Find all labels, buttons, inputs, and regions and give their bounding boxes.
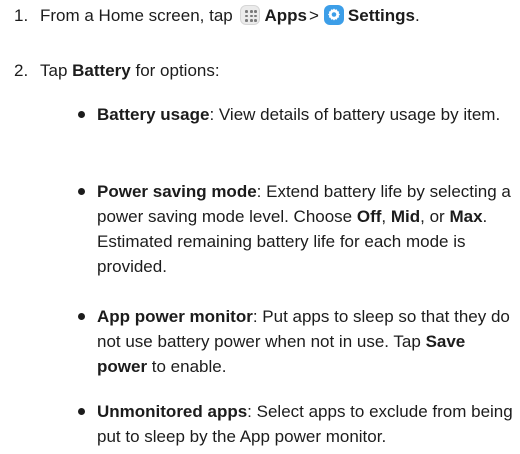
bullet-dot [78, 111, 85, 118]
apps-label: Apps [264, 6, 307, 25]
path-separator: > [308, 6, 319, 25]
bullet-dot [78, 313, 85, 320]
bullet-description: : View details of battery usage by item. [209, 105, 501, 124]
step-suffix: for options: [130, 61, 220, 80]
step-2: 2. Tap Battery for options: [0, 58, 520, 83]
option-max: Max [449, 207, 483, 226]
step-suffix: . [414, 6, 420, 25]
apps-grid-icon [240, 5, 261, 25]
bullet-text: Unmonitored apps: Select apps to exclude… [97, 399, 517, 449]
bullet-tail: to enable. [147, 357, 227, 376]
bullet-text: Battery usage: View details of battery u… [97, 102, 517, 127]
option-separator: , or [420, 207, 450, 226]
step-prefix: Tap [40, 61, 68, 80]
step-prefix: From a Home screen, tap [40, 6, 233, 25]
bullet-term: App power monitor [97, 307, 253, 326]
step-text: Tap Battery for options: [40, 58, 220, 83]
bullet-dot [78, 408, 85, 415]
step-1: 1. From a Home screen, tap Apps > Setting… [0, 3, 520, 28]
option-off: Off [356, 207, 382, 226]
step-number: 1. [14, 6, 29, 25]
option-separator: , [381, 207, 391, 226]
bullet-term: Battery usage [97, 105, 210, 124]
instructions-document: 1. From a Home screen, tap Apps > Setting… [0, 0, 520, 454]
battery-label: Battery [72, 61, 131, 80]
step-number: 2. [14, 61, 29, 80]
bullet-term: Unmonitored apps [97, 402, 248, 421]
step-text: From a Home screen, tap Apps > Settings. [40, 3, 420, 28]
settings-label: Settings [347, 6, 415, 25]
bullet-term: Power saving mode [97, 182, 257, 201]
bullet-text: App power monitor: Put apps to sleep so … [97, 304, 517, 379]
bullet-text: Power saving mode: Extend battery life b… [97, 179, 517, 279]
settings-gear-icon [323, 5, 344, 25]
option-mid: Mid [390, 207, 421, 226]
bullet-dot [78, 188, 85, 195]
